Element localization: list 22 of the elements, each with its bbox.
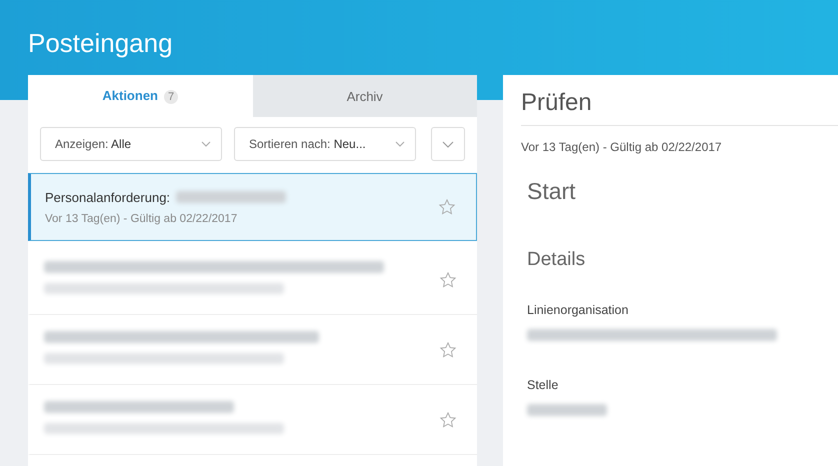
count-badge: 7 [164,90,178,104]
chevron-icon [442,140,454,148]
expand-button[interactable] [431,127,465,161]
section-subtitle: Details [527,249,586,271]
page-title: Posteingang [28,28,174,59]
detail-date: Vor 13 Tag(en) - Gültig ab 02/22/2017 [521,140,723,154]
filter-dropdown[interactable]: Anzeigen: Alle [40,127,222,161]
chevron-icon [395,141,405,147]
star-icon[interactable] [438,198,456,216]
section-title: Start [527,178,577,205]
field-label: Stelle [527,378,560,392]
inbox-item[interactable]: Personalanforderung: Vor 13 Tag(en) - Gültig ab 02/22/2017 [28,173,477,241]
star-icon[interactable] [439,270,457,288]
item-title: Personalanforderung: [45,190,170,204]
star-icon[interactable] [439,410,457,428]
detail-title: Prüfen [521,89,838,126]
filter-dropdown[interactable]: Sortieren nach: Neu... [234,127,416,161]
chevron-icon [201,141,211,147]
tab[interactable]: Archiv [252,75,477,117]
item-date: Vor 13 Tag(en) - Gültig ab 02/22/2017 [45,212,238,224]
field-label: Linienorganisation [527,303,630,317]
star-icon[interactable] [439,340,457,358]
